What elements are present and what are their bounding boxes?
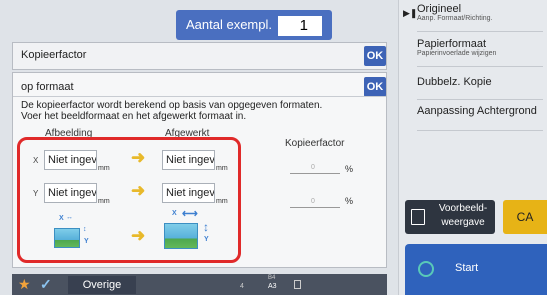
rp-item-label: Aanpassing Achtergrond — [417, 105, 537, 117]
preview-icon — [411, 209, 425, 225]
factor-y-value: 0 — [311, 198, 315, 205]
star-icon[interactable]: ★ — [18, 276, 31, 293]
factor-title: Kopieerfactor — [285, 138, 345, 149]
factor-x-value: 0 — [311, 164, 315, 171]
y-tag: Y — [84, 238, 89, 245]
tray-icon — [294, 280, 301, 289]
unit-label: mm — [98, 165, 110, 172]
unit-label: mm — [98, 198, 110, 205]
divider — [13, 96, 386, 97]
y-axis-label: Y — [33, 189, 39, 198]
start-button[interactable]: Start — [405, 244, 547, 295]
copies-label: Aantal exempl. — [186, 17, 272, 32]
description-line: Voer het beeldformaat en het afgewerkt f… — [21, 111, 247, 122]
rp-item-sublabel: Aanp. Formaat/Richting. — [417, 15, 493, 22]
image-icon — [164, 223, 198, 249]
y-image-size-field[interactable]: Niet ingev — [44, 183, 97, 203]
factor-x-field — [290, 173, 340, 174]
dialog-title: Kopieerfactor — [21, 49, 87, 61]
image-icon — [54, 228, 80, 248]
rp-item-original[interactable]: Origineel Aanp. Formaat/Richting. — [417, 3, 543, 32]
arrow-right-icon: ➜ — [131, 181, 146, 200]
unit-label: mm — [216, 165, 228, 172]
tray-number: 4 — [240, 283, 244, 290]
unit-label: mm — [216, 198, 228, 205]
tray-top-size: B4 — [268, 275, 276, 281]
dialog-title: op formaat — [21, 81, 74, 93]
copies-input[interactable]: 1 — [278, 16, 322, 36]
x-arrow-icon: ⟷ — [182, 208, 198, 220]
rp-item-paper-size[interactable]: Papierformaat Papierinvoerlade wijzigen — [417, 38, 543, 67]
arrow-right-icon: ➜ — [131, 226, 146, 245]
x-axis-label: X — [33, 156, 39, 165]
expand-arrow-icon[interactable]: ▶❚ — [403, 8, 417, 19]
factor-y-field — [290, 207, 340, 208]
ok-button[interactable]: OK — [364, 77, 386, 97]
percent-label: % — [345, 164, 354, 174]
check-icon[interactable]: ✓ — [40, 276, 52, 293]
copies-bar: Aantal exempl. 1 — [176, 10, 332, 40]
rp-item-label: Papierformaat — [417, 38, 487, 50]
copy-ratio-dialog: Kopieerfactor OK — [12, 42, 387, 70]
x-image-size-field[interactable]: Niet ingev — [44, 150, 97, 170]
start-label: Start — [455, 262, 479, 274]
y-tag: Y — [204, 236, 209, 243]
y-arrow-icon: ↕ — [203, 220, 209, 234]
rp-item-sublabel: Papierinvoerlade wijzigen — [417, 50, 497, 57]
y-arrow-icon: ↕ — [83, 226, 87, 233]
y-finished-size-field[interactable]: Niet ingev — [162, 183, 215, 203]
ca-button[interactable]: CA — [503, 200, 547, 234]
other-button[interactable]: Overige — [68, 276, 136, 294]
description-line: De kopieerfactor wordt berekend op basis… — [21, 100, 323, 111]
rp-item-label: Origineel — [417, 3, 462, 15]
rp-item-background[interactable]: Aanpassing Achtergrond — [417, 105, 543, 131]
percent-label: % — [345, 196, 354, 206]
x-finished-size-field[interactable]: Niet ingev — [162, 150, 215, 170]
ok-button[interactable]: OK — [364, 46, 386, 66]
preview-label: Voorbeeld- weergave — [438, 203, 488, 228]
rp-item-duplex[interactable]: Dubbelz. Kopie — [417, 76, 543, 100]
preview-button[interactable]: Voorbeeld- weergave — [405, 200, 495, 234]
start-icon — [418, 261, 434, 277]
tray-size: A3 — [268, 283, 277, 290]
x-arrow-icon: ↔ — [66, 214, 73, 221]
rp-item-label: Dubbelz. Kopie — [417, 76, 492, 88]
x-tag: X — [172, 210, 177, 217]
arrow-right-icon: ➜ — [131, 148, 146, 167]
x-tag: X — [59, 215, 64, 222]
